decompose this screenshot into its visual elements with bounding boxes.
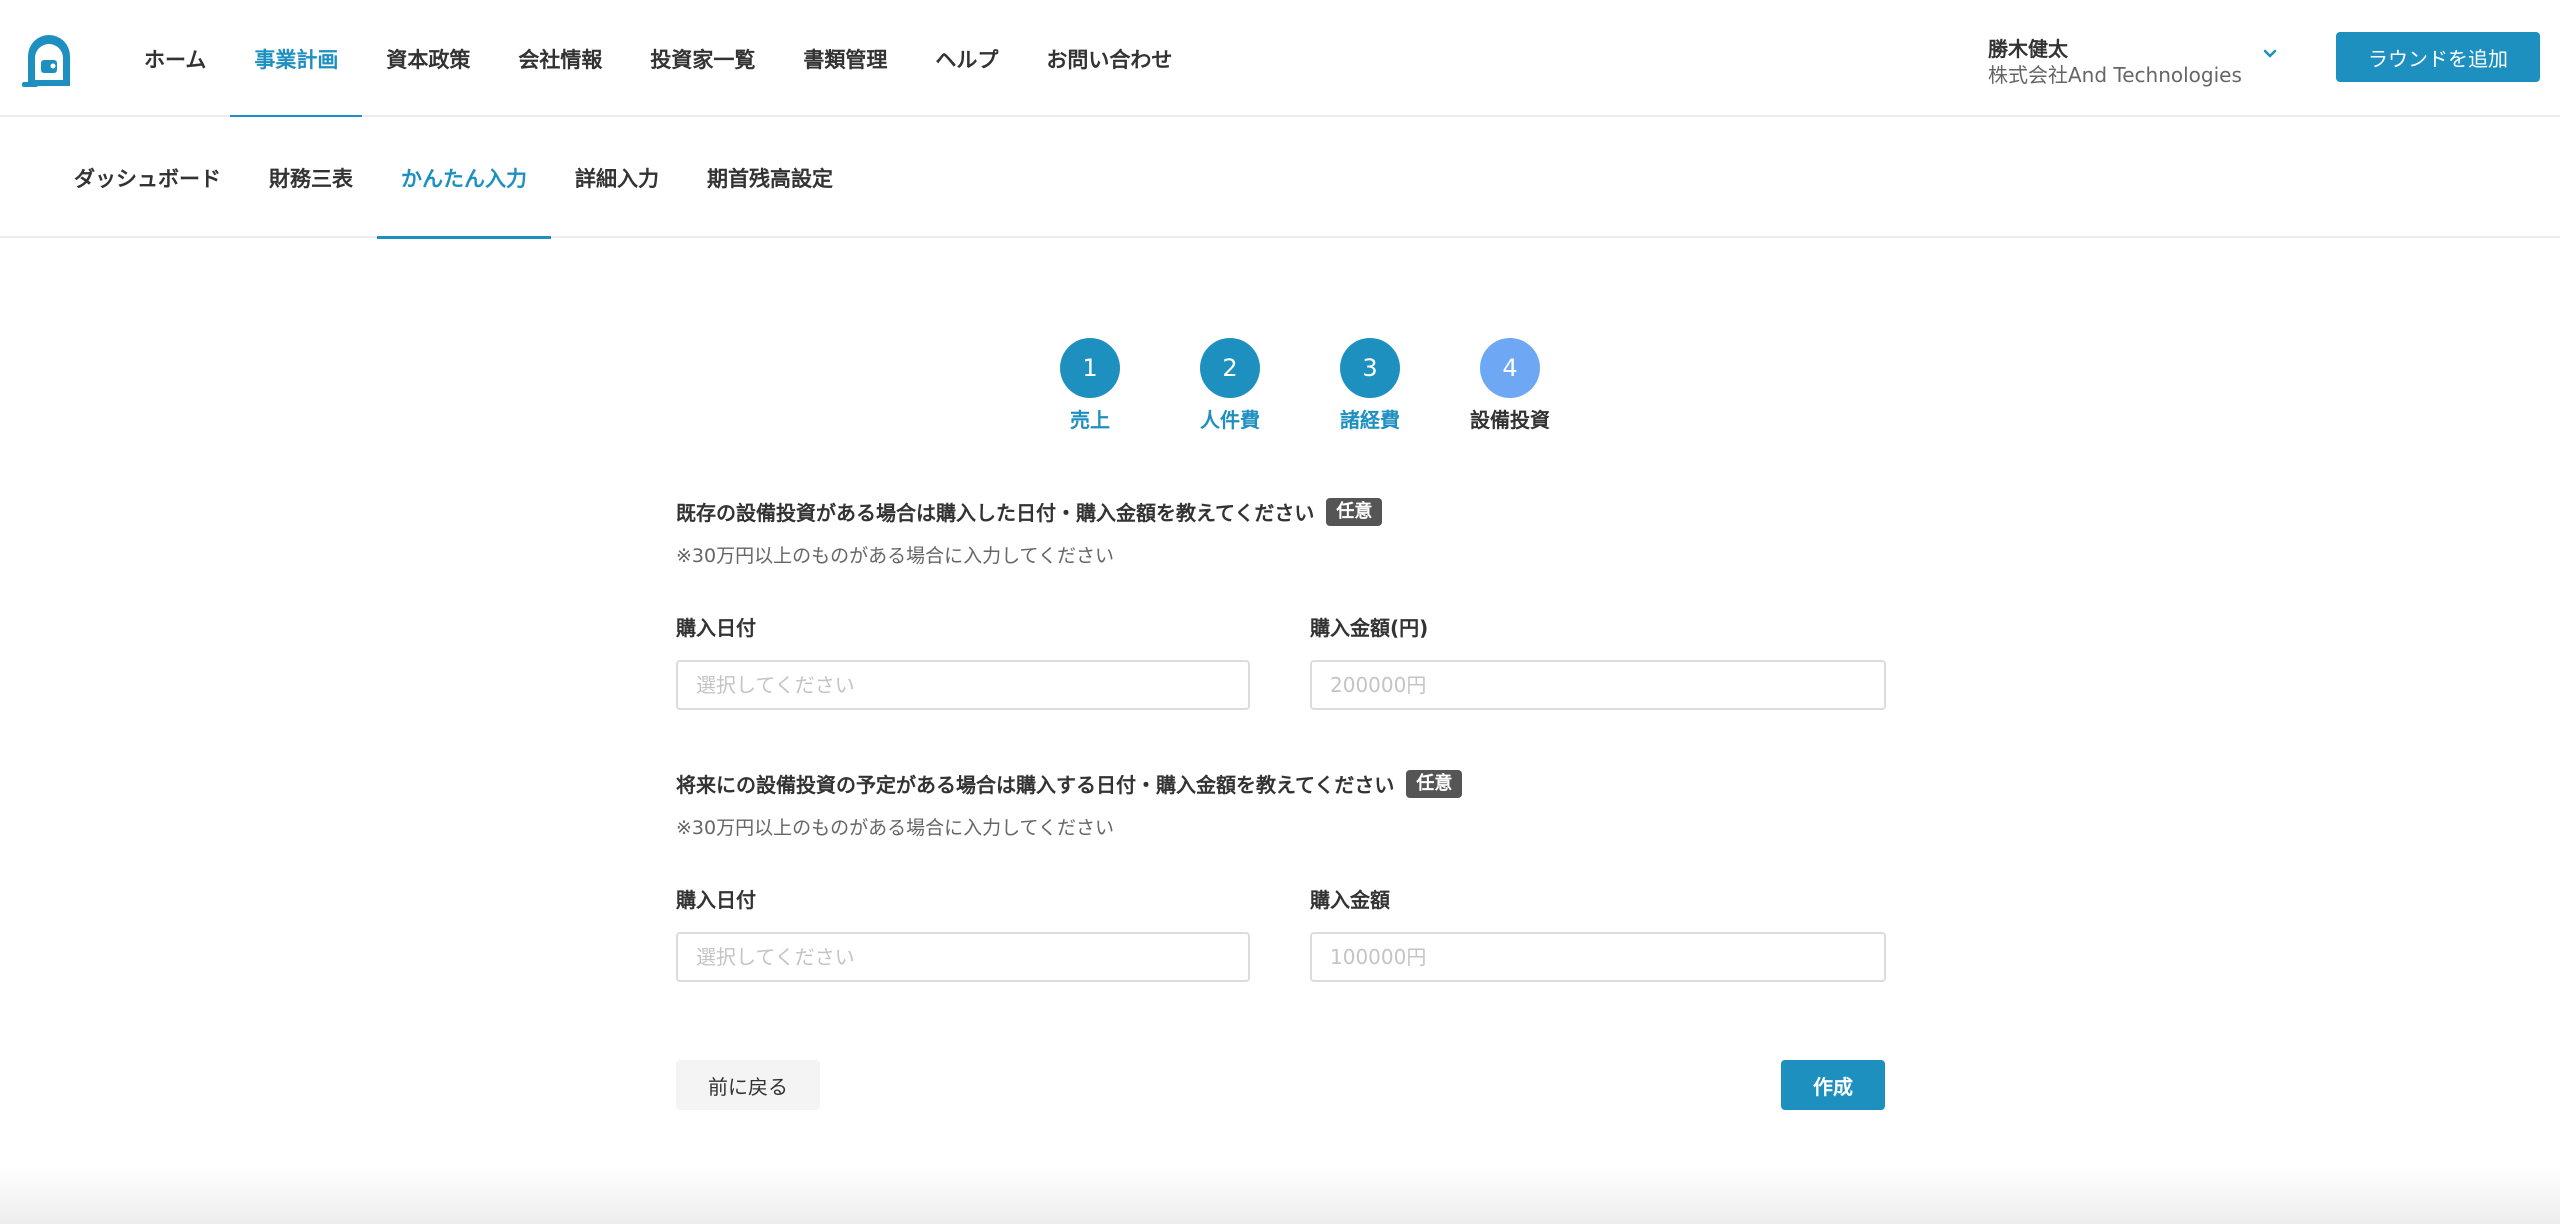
step-number: 3 xyxy=(1340,338,1400,398)
optional-badge: 任意 xyxy=(1406,769,1463,798)
step-label: 人件費 xyxy=(1200,408,1260,432)
back-button[interactable]: 前に戻る xyxy=(676,1060,820,1110)
future-amount-input[interactable] xyxy=(1310,932,1886,982)
existing-date-label: 購入日付 xyxy=(676,616,756,640)
step-number: 2 xyxy=(1200,338,1260,398)
step-label: 売上 xyxy=(1070,408,1110,432)
bottom-shadow xyxy=(0,1166,2560,1224)
existing-amount-input[interactable] xyxy=(1310,660,1886,710)
tab-easy-input[interactable]: かんたん入力 xyxy=(377,117,551,239)
nav-investor-list[interactable]: 投資家一覧 xyxy=(626,0,779,117)
nav-contact[interactable]: お問い合わせ xyxy=(1022,0,1196,117)
nav-company-info[interactable]: 会社情報 xyxy=(494,0,626,117)
future-capex-title: 将来にの設備投資の予定がある場合は購入する日付・購入金額を教えてください 任意 xyxy=(676,769,1463,798)
future-date-input[interactable] xyxy=(676,932,1250,982)
future-capex-title-text: 将来にの設備投資の予定がある場合は購入する日付・購入金額を教えてください xyxy=(676,773,1395,797)
step-personnel[interactable]: 2 人件費 xyxy=(1170,338,1290,433)
nav-home[interactable]: ホーム xyxy=(120,0,230,117)
tab-detailed-input[interactable]: 詳細入力 xyxy=(551,117,683,238)
door-logo-icon[interactable] xyxy=(20,30,78,88)
step-number: 4 xyxy=(1480,338,1540,398)
future-date-label: 購入日付 xyxy=(676,888,756,912)
tab-financial-statements[interactable]: 財務三表 xyxy=(245,117,377,238)
optional-badge: 任意 xyxy=(1326,497,1383,526)
future-capex-note: ※30万円以上のものがある場合に入力してください xyxy=(676,817,1114,839)
existing-capex-title-text: 既存の設備投資がある場合は購入した日付・購入金額を教えてください xyxy=(676,501,1315,525)
future-amount-label: 購入金額 xyxy=(1310,888,1390,912)
step-label: 設備投資 xyxy=(1470,408,1550,432)
sub-nav: ダッシュボード 財務三表 かんたん入力 詳細入力 期首残高設定 xyxy=(50,117,857,239)
main-nav: ホーム 事業計画 資本政策 会社情報 投資家一覧 書類管理 ヘルプ お問い合わせ xyxy=(120,0,1196,118)
nav-capital-policy[interactable]: 資本政策 xyxy=(362,0,494,117)
tab-opening-balance[interactable]: 期首残高設定 xyxy=(683,117,857,238)
existing-capex-title: 既存の設備投資がある場合は購入した日付・購入金額を教えてください 任意 xyxy=(676,497,1383,526)
user-company: 株式会社And Technologies xyxy=(1988,63,2242,87)
add-round-button[interactable]: ラウンドを追加 xyxy=(2336,32,2540,82)
step-capex[interactable]: 4 設備投資 xyxy=(1450,338,1570,433)
existing-date-input[interactable] xyxy=(676,660,1250,710)
existing-amount-label: 購入金額(円) xyxy=(1310,616,1429,640)
step-label: 諸経費 xyxy=(1340,408,1400,432)
tab-dashboard[interactable]: ダッシュボード xyxy=(50,117,245,238)
nav-help[interactable]: ヘルプ xyxy=(911,0,1022,117)
existing-capex-note: ※30万円以上のものがある場合に入力してください xyxy=(676,545,1114,567)
sub-header: ダッシュボード 財務三表 かんたん入力 詳細入力 期首残高設定 xyxy=(0,117,2560,239)
step-expenses[interactable]: 3 諸経費 xyxy=(1310,338,1430,433)
top-header: ホーム 事業計画 資本政策 会社情報 投資家一覧 書類管理 ヘルプ お問い合わせ… xyxy=(0,0,2560,118)
step-sales[interactable]: 1 売上 xyxy=(1030,338,1150,433)
step-number: 1 xyxy=(1060,338,1120,398)
user-menu[interactable]: 勝木健太 株式会社And Technologies xyxy=(1988,36,2278,90)
nav-document-management[interactable]: 書類管理 xyxy=(779,0,911,117)
stepper: 1 売上 2 人件費 3 諸経費 4 設備投資 xyxy=(1030,338,1550,432)
chevron-down-icon[interactable] xyxy=(2262,46,2278,62)
nav-business-plan[interactable]: 事業計画 xyxy=(230,0,363,118)
user-name: 勝木健太 xyxy=(1988,37,2068,61)
create-button[interactable]: 作成 xyxy=(1781,1060,1885,1110)
